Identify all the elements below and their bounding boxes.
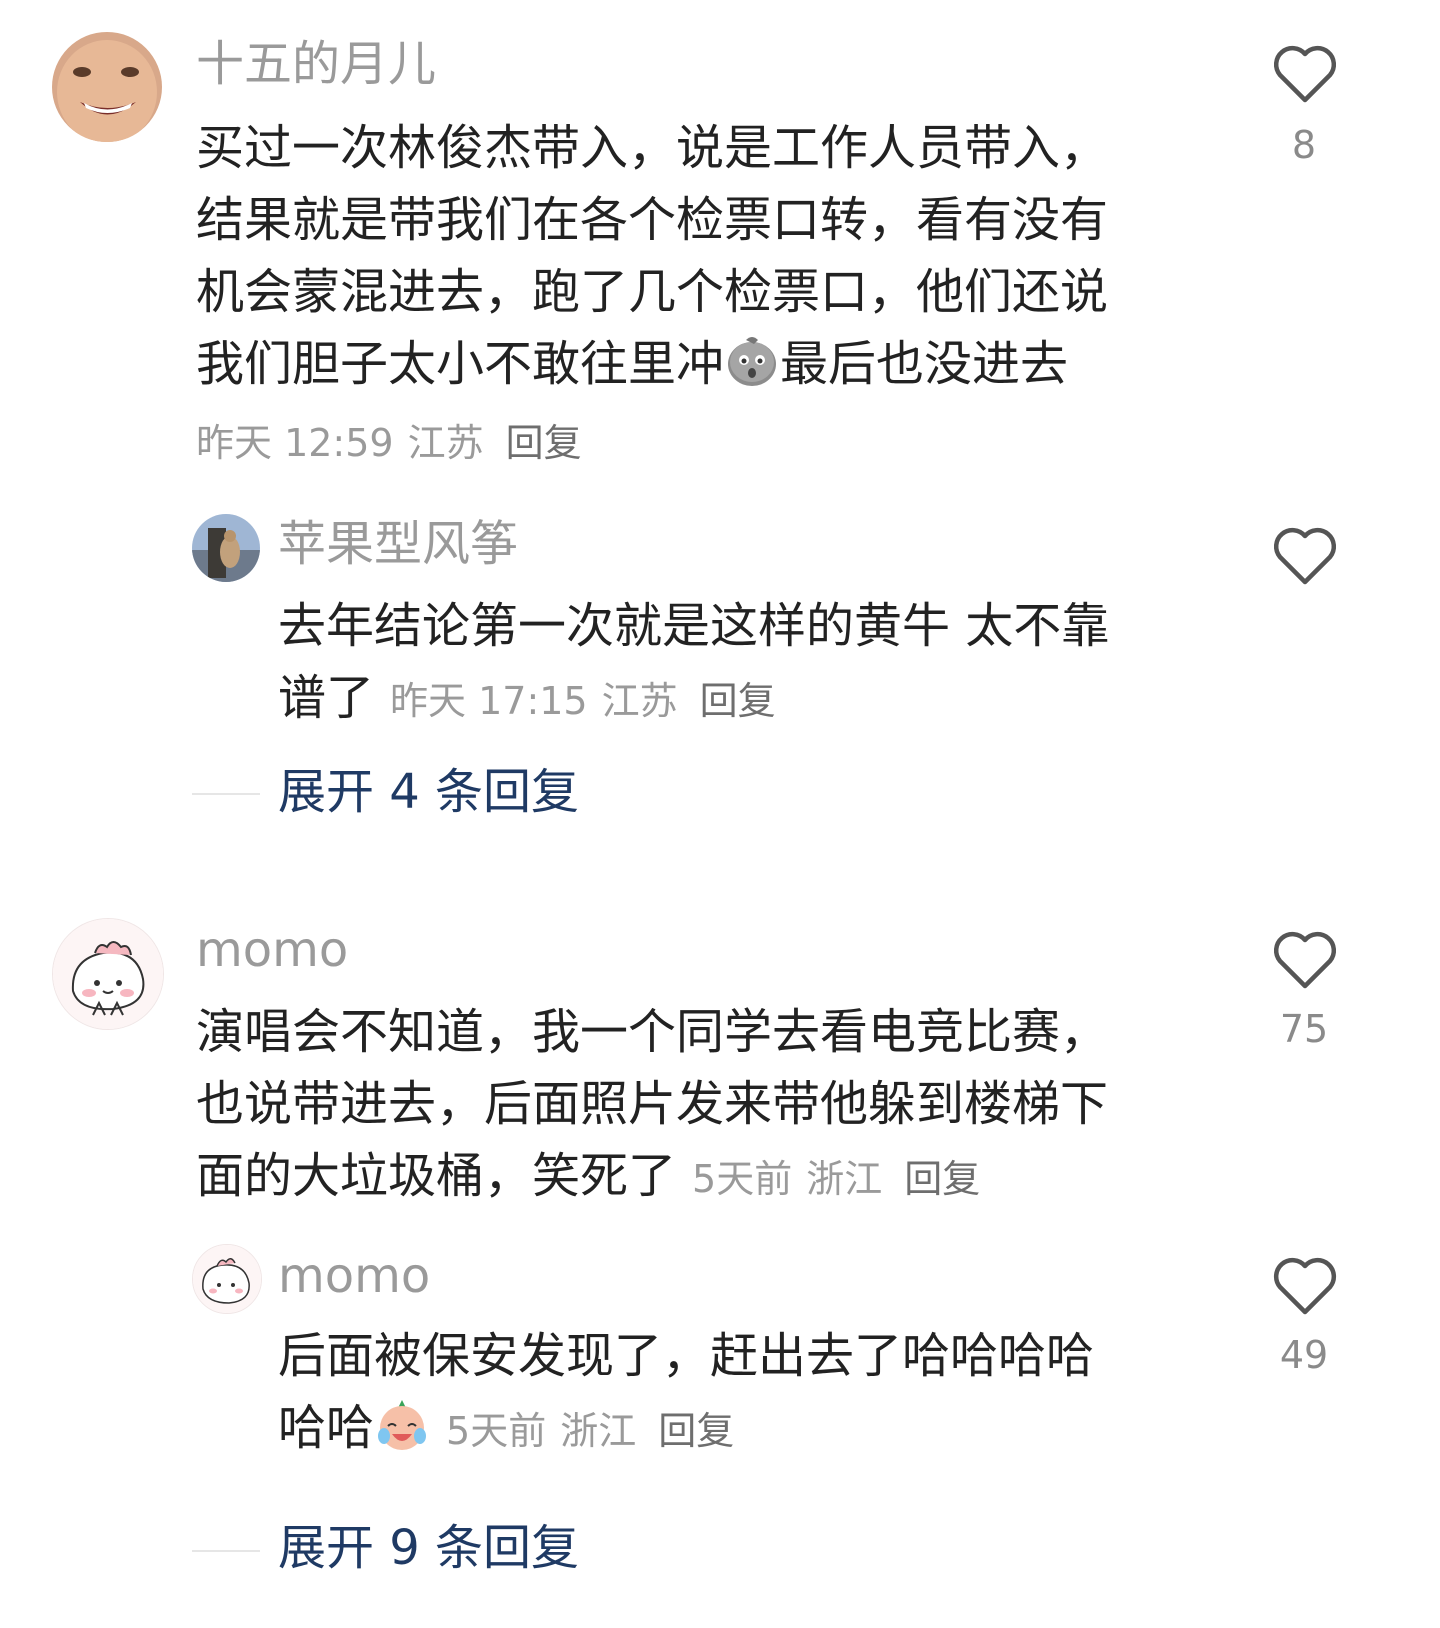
comment-location: 浙江 — [806, 1157, 883, 1201]
divider — [192, 793, 260, 795]
reply-text: 后面被保安发现了，赶出去了哈哈哈哈 哈哈 5天前 浙江 回复 — [278, 1328, 1095, 1456]
comment-text: 买过一次林俊杰带入，说是工作人员带入， 结果就是带我们在各个检票口转，看有没有 … — [196, 120, 1109, 392]
comment-username[interactable]: momo — [196, 926, 348, 974]
heart-icon — [1273, 527, 1337, 585]
comment-location: 江苏 — [407, 421, 484, 465]
avatar[interactable] — [52, 32, 162, 142]
reply-location: 江苏 — [601, 679, 678, 723]
reply-location: 浙江 — [560, 1409, 637, 1453]
reply-meta: 5天前 浙江 回复 — [446, 1409, 734, 1453]
heart-icon — [1273, 1257, 1337, 1315]
like-button[interactable] — [1270, 1256, 1340, 1320]
like-button[interactable] — [1270, 44, 1340, 108]
like-count: 49 — [1279, 1333, 1329, 1377]
comment-text: 演唱会不知道，我一个同学去看电竞比赛， 也说带进去，后面照片发来带他躲到楼梯下 … — [196, 1004, 1109, 1204]
like-button[interactable] — [1270, 526, 1340, 590]
like-count: 75 — [1279, 1007, 1329, 1051]
reply-meta: 昨天 17:15 江苏 回复 — [390, 679, 776, 723]
avatar[interactable] — [192, 514, 260, 582]
avatar[interactable] — [52, 918, 164, 1030]
reply-button[interactable]: 回复 — [904, 1157, 980, 1201]
reply-button[interactable]: 回复 — [700, 679, 776, 723]
reply-text: 去年结论第一次就是这样的黄牛 太不靠 谱了 昨天 17:15 江苏 回复 — [278, 598, 1110, 726]
heart-icon — [1273, 931, 1337, 989]
heart-icon — [1273, 45, 1337, 103]
worried-face-emoji — [728, 337, 777, 386]
reply-time: 昨天 17:15 — [390, 679, 588, 723]
reply-button[interactable]: 回复 — [506, 421, 582, 465]
expand-replies-button[interactable]: 展开 4 条回复 — [278, 768, 579, 816]
comment-time: 昨天 12:59 — [196, 421, 394, 465]
expand-replies-button[interactable]: 展开 9 条回复 — [278, 1524, 579, 1572]
like-button[interactable] — [1270, 930, 1340, 994]
like-count: 8 — [1291, 123, 1317, 167]
avatar[interactable] — [192, 1244, 262, 1314]
comment-meta: 昨天 12:59 江苏 回复 — [196, 412, 582, 467]
comment-username[interactable]: 十五的月儿 — [196, 40, 436, 88]
reply-button[interactable]: 回复 — [658, 1409, 734, 1453]
reply-username[interactable]: momo — [278, 1252, 430, 1300]
reply-time: 5天前 — [446, 1409, 547, 1453]
divider — [192, 1550, 260, 1552]
comment-meta: 5天前 浙江 回复 — [692, 1157, 980, 1201]
reply-username[interactable]: 苹果型风筝 — [278, 520, 518, 568]
comment-time: 5天前 — [692, 1157, 793, 1201]
crying-laughing-emoji — [378, 1400, 427, 1450]
